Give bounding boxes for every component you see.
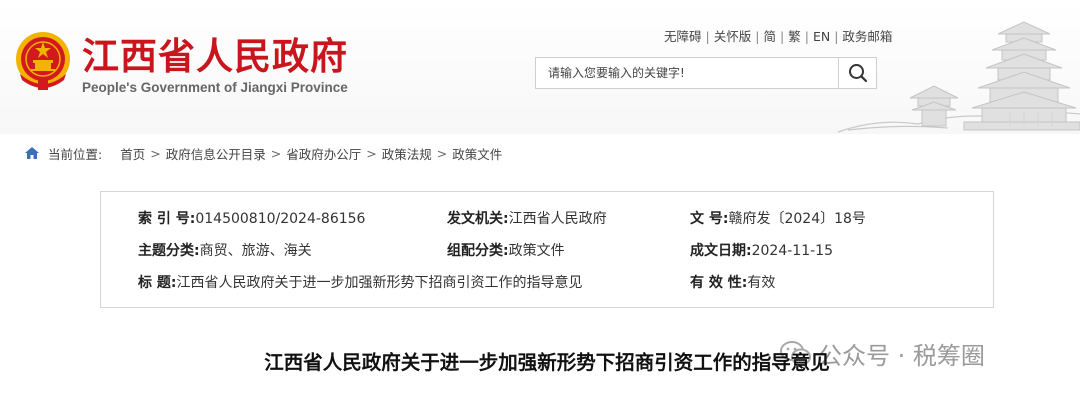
breadcrumb-separator: > — [366, 145, 377, 161]
genre-label: 组配分类: — [447, 243, 509, 259]
title-label: 标 题: — [138, 275, 177, 291]
metadata-row: 标 题:江西省人民政府关于进一步加强新形势下招商引资工作的指导意见 有 效 性:… — [101, 272, 993, 294]
breadcrumb-item-regulations[interactable]: 政策法规 — [382, 144, 432, 163]
document-metadata-table: 索 引 号:014500810/2024-86156 发文机关:江西省人民政府 … — [100, 191, 994, 308]
genre-value: 政策文件 — [508, 243, 565, 259]
title-cell: 标 题:江西省人民政府关于进一步加强新形势下招商引资工作的指导意见 — [138, 272, 582, 294]
breadcrumb-item-general-office[interactable]: 省政府办公厅 — [286, 144, 361, 163]
breadcrumb: 当前位置: 首页 > 政府信息公开目录 > 省政府办公厅 > 政策法规 > 政策… — [24, 143, 502, 163]
divider: | — [705, 29, 710, 44]
metadata-row: 主题分类:商贸、旅游、海关 组配分类:政策文件 成文日期:2024-11-15 — [101, 240, 993, 262]
written-date-label: 成文日期: — [690, 243, 752, 259]
national-emblem-icon[interactable] — [14, 30, 72, 92]
index-number-label: 索 引 号: — [138, 211, 196, 227]
site-header: 江西省人民政府 People's Government of Jiangxi P… — [0, 0, 1080, 134]
issuer-cell: 发文机关:江西省人民政府 — [447, 208, 607, 230]
care-mode-link[interactable]: 关怀版 — [714, 29, 752, 44]
breadcrumb-item-disclosure[interactable]: 政府信息公开目录 — [166, 144, 266, 163]
english-link[interactable]: EN — [813, 29, 830, 44]
pavilion-illustration — [838, 21, 1080, 133]
written-date-value: 2024-11-15 — [751, 243, 833, 259]
title-value: 江西省人民政府关于进一步加强新形势下招商引资工作的指导意见 — [176, 275, 583, 291]
document-number-cell: 文 号:赣府发〔2024〕18号 — [690, 208, 866, 230]
issuer-value: 江西省人民政府 — [508, 211, 607, 227]
document-number-label: 文 号: — [690, 211, 729, 227]
issuer-label: 发文机关: — [447, 211, 509, 227]
written-date-cell: 成文日期:2024-11-15 — [690, 240, 833, 262]
breadcrumb-separator: > — [150, 145, 161, 161]
index-number-value: 014500810/2024-86156 — [195, 211, 366, 227]
divider: | — [804, 29, 809, 44]
breadcrumb-label: 当前位置: — [48, 146, 103, 162]
breadcrumb-item-policy-docs[interactable]: 政策文件 — [452, 144, 502, 163]
genre-cell: 组配分类:政策文件 — [447, 240, 565, 262]
search-input[interactable] — [536, 58, 838, 88]
breadcrumb-separator: > — [436, 145, 448, 161]
breadcrumb-item-home[interactable]: 首页 — [120, 144, 145, 163]
validity-cell: 有 效 性:有效 — [690, 272, 775, 294]
metadata-row: 索 引 号:014500810/2024-86156 发文机关:江西省人民政府 … — [101, 208, 993, 230]
validity-label: 有 效 性: — [690, 275, 748, 291]
subject-category-value: 商贸、旅游、海关 — [199, 243, 312, 259]
index-number-cell: 索 引 号:014500810/2024-86156 — [138, 208, 365, 230]
document-title: 江西省人民政府关于进一步加强新形势下招商引资工作的指导意见 — [264, 351, 830, 374]
validity-value: 有效 — [747, 275, 776, 291]
subject-category-cell: 主题分类:商贸、旅游、海关 — [138, 240, 312, 262]
site-title[interactable]: 江西省人民政府 — [82, 34, 348, 80]
breadcrumb-separator: > — [270, 145, 282, 161]
simplified-chinese-link[interactable]: 简 — [763, 29, 776, 44]
document-number-value: 赣府发〔2024〕18号 — [728, 211, 866, 227]
accessibility-link[interactable]: 无障碍 — [664, 29, 702, 44]
subject-category-label: 主题分类: — [138, 243, 200, 259]
divider: | — [779, 29, 785, 44]
home-icon — [25, 147, 39, 159]
divider: | — [755, 29, 760, 44]
search-bar — [535, 57, 877, 89]
site-subtitle: People's Government of Jiangxi Province — [82, 80, 348, 95]
traditional-chinese-link[interactable]: 繁 — [788, 29, 801, 44]
